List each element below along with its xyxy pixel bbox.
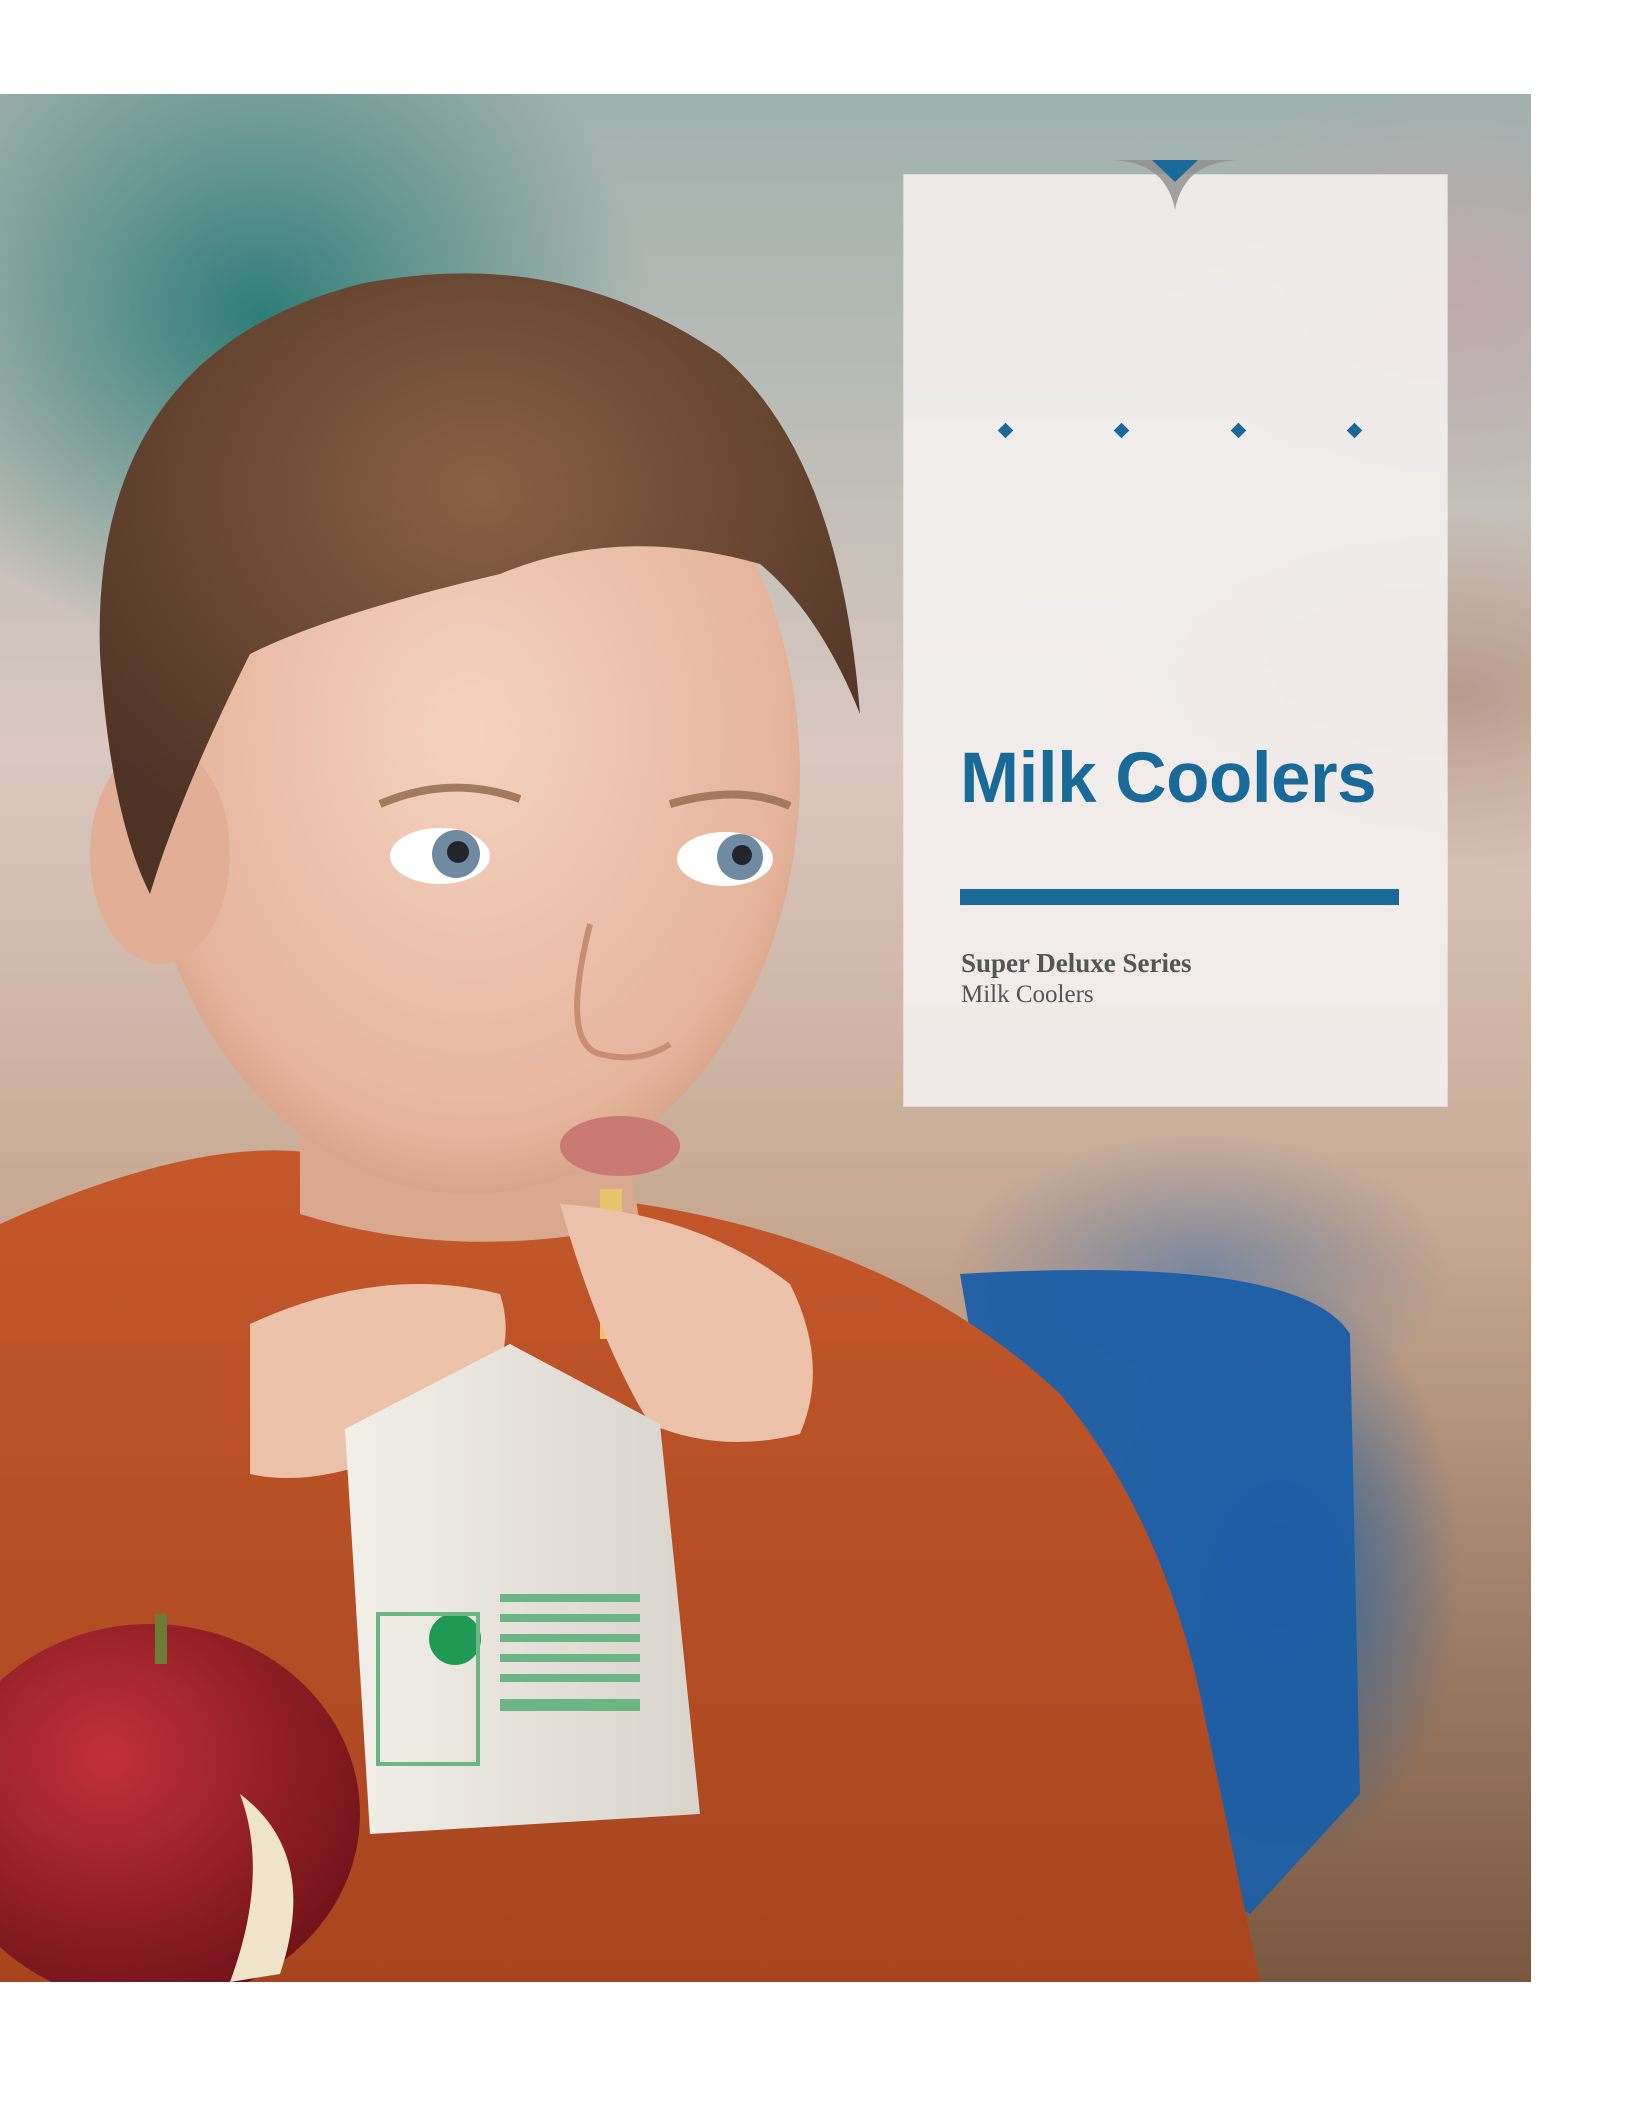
notch-ornament bbox=[1108, 160, 1242, 210]
title-rule bbox=[960, 889, 1399, 905]
diamond-icon bbox=[1230, 422, 1246, 438]
decorative-dots bbox=[997, 420, 1363, 440]
cover-title: Milk Coolers bbox=[960, 739, 1377, 818]
diamond-icon bbox=[997, 422, 1014, 438]
series-name: Super Deluxe Series bbox=[961, 948, 1192, 978]
diamond-icon bbox=[1114, 422, 1130, 438]
cover-subtitle: Milk Coolers bbox=[961, 981, 1094, 1008]
diamond-icon bbox=[1346, 422, 1363, 438]
milk-carton-shape bbox=[345, 1344, 700, 1834]
